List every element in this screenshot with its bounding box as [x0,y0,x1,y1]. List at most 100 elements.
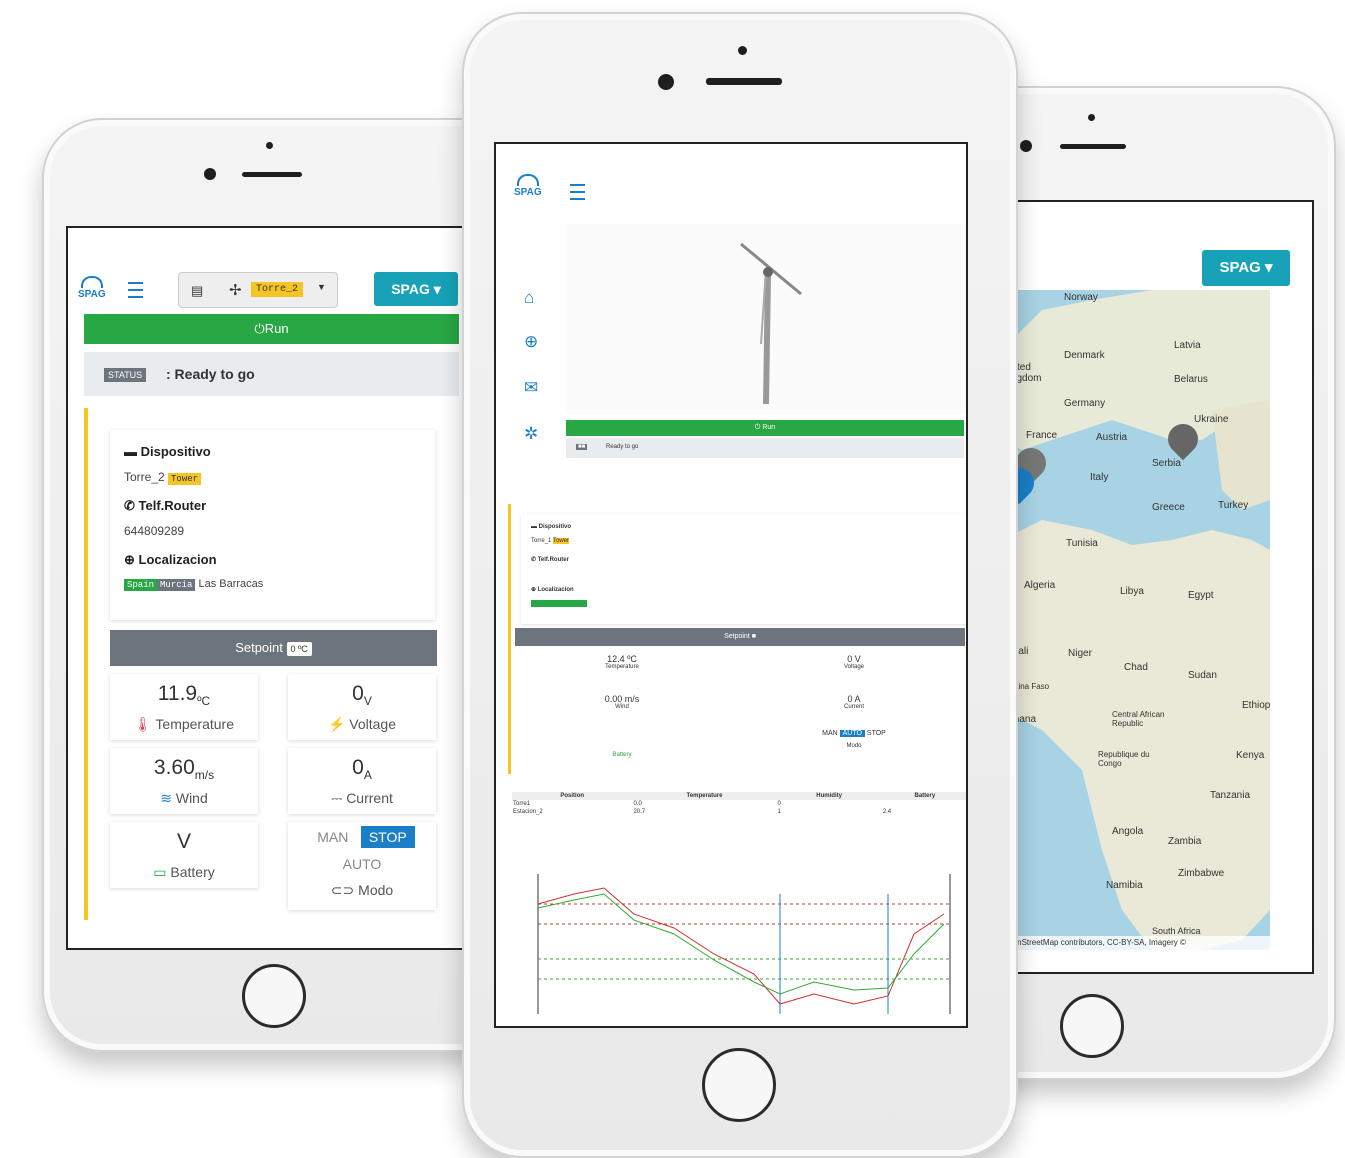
temperature-label: Temperature [605,664,639,670]
device-name: Torre_1 Tower [531,538,569,544]
phone-icon: ✆ [531,557,537,563]
auto-button[interactable]: AUTO [839,730,865,737]
location-label-text: Localizacion [537,587,574,593]
map-label-south-africa: South Africa [1152,926,1201,936]
map-label-latvia: Latvia [1174,340,1201,351]
home-button[interactable] [1060,994,1124,1058]
device-label-text: Dispositivo [140,444,211,459]
map-label-congo: Republique du Congo [1098,750,1150,768]
th-battery: Battery [914,793,936,799]
map-label-car: Central African Republic [1112,710,1165,728]
map-label-angola: Angola [1112,826,1144,837]
gear-icon[interactable]: ✲ [524,424,538,444]
current-tile: 0A ⎓ Current [288,748,436,814]
current-tile: 0 A Current [747,690,961,726]
table-cell: 0 [777,801,781,807]
table-cell: 2.4 [882,809,892,815]
camera-icon [1020,140,1032,152]
table-header: Position Temperature Humidity Battery [512,792,966,800]
stop-button[interactable]: STOP [867,730,886,737]
spag-dropdown-label: SPAG [391,281,430,297]
current-unit: A [363,768,372,783]
map-label-germany: Germany [1064,398,1106,409]
card-icon: ▬ [531,524,537,530]
table-cell: 1 [777,809,781,815]
stop-button[interactable]: STOP [360,826,415,848]
voltage-unit: V [363,694,372,709]
setpoint-bar[interactable]: Setpoint 0 ºC [110,630,437,666]
voltage-label: ⚡ Voltage [288,716,436,733]
mail-icon[interactable]: ✉ [524,378,538,398]
wind-value: 3.60m/s [110,756,258,782]
bolt-icon: ⚡ [327,716,346,732]
speaker [706,78,782,85]
voltage-label-text: Voltage [349,716,397,732]
wind-number: 3.60 [153,756,195,779]
map-label-chad: Chad [1124,662,1148,673]
thermometer-icon: 🌡 [133,716,152,732]
setpoint-bar[interactable]: Setpoint ■ [515,628,965,646]
voltage-number: 0 [352,682,364,705]
man-button[interactable]: MAN [309,826,356,848]
voltage-value: 0V [288,682,436,708]
run-button[interactable]: ⏻Run [84,314,459,344]
sensor-icon [738,46,747,55]
run-label: Run [264,321,289,336]
home-icon[interactable]: ⌂ [524,288,534,308]
globe-icon[interactable]: ⊕ [524,332,538,352]
wind-tile: 0.00 m/s Wind [515,690,729,726]
map-label-austria: Austria [1096,432,1128,443]
mode-buttons: MAN STOP [288,826,436,848]
menu-icon[interactable] [128,282,143,298]
wind-unit: m/s [194,768,215,783]
center-phone: SPAG ⌂ ⊕ ✉ ✲ ⏻ Run ■■ Ready to go ▬ Disp… [462,12,1018,1158]
status-box: ■■ Ready to go [566,438,964,458]
map[interactable]: Norway Denmark Latvia United Kingdom Bel… [1002,290,1270,950]
device-name: Torre_2 Tower [124,470,202,485]
device-name-text: Torre_1 [531,538,552,544]
left-screen: SPAG ▤ ✢ Torre_2 ▼ SPAG ▾ ⏻Run STATUS : … [66,226,500,950]
run-button[interactable]: ⏻ Run [566,420,964,436]
current-label: ⎓ Current [288,790,436,807]
router-label-text: Telf.Router [537,557,569,563]
sensor-icon [1088,114,1095,121]
speaker [242,172,302,177]
table-row[interactable]: Torre1 0.0 0 [512,800,966,808]
auto-button[interactable]: AUTO [288,856,436,872]
device-panel: ▬ Dispositivo Torre_1 Tower ✆ Telf.Route… [508,504,966,774]
camera-icon [658,74,674,90]
speaker [1060,144,1126,149]
router-label: ✆ Telf.Router [531,556,569,563]
device-info-card: ▬ Dispositivo Torre_1 Tower ✆ Telf.Route… [521,514,966,624]
run-label: Run [762,424,776,431]
menu-icon[interactable] [570,184,585,200]
spag-dropdown-button[interactable]: SPAG ▾ [374,272,458,306]
mode-label-text: Modo [358,882,394,898]
temperature-series [537,887,945,1005]
temperature-value: 11.9ºC [110,682,258,708]
device-tag: Tower [168,473,202,485]
device-label: ▬ Dispositivo [124,444,211,459]
device-panel: ▬ Dispositivo Torre_2 Tower ✆ Telf.Route… [84,408,463,920]
temperature-tile: 11.9ºC 🌡 Temperature [110,674,258,740]
map-label-zimbabwe: Zimbabwe [1178,868,1225,879]
spag-dropdown-button[interactable]: SPAG ▾ [1202,250,1290,286]
current-label: Current [843,704,864,710]
device-selector[interactable]: ▤ ✢ Torre_2 ▼ [178,272,338,308]
table-header-row: Position Temperature Humidity Battery [512,792,966,800]
temperature-number: 11.9 [157,682,198,705]
map-label-greece: Greece [1152,502,1185,513]
map-label-belarus: Belarus [1174,374,1208,385]
home-button[interactable] [242,964,306,1028]
table-cell: Estacion_2 [513,809,543,815]
card-icon: ▬ [124,444,137,459]
home-button[interactable] [702,1048,776,1122]
list-icon: ▤ [191,283,204,298]
man-button[interactable]: MAN [822,730,838,737]
map-label-zambia: Zambia [1168,836,1202,847]
device-label-text: Dispositivo [538,524,572,530]
table-row[interactable]: Estacion_2 20.7 1 2.4 [512,808,966,816]
fan-icon: ✢ [229,282,242,299]
map-label-algeria: Algeria [1024,580,1056,591]
battery-label-text: Battery [170,864,215,880]
